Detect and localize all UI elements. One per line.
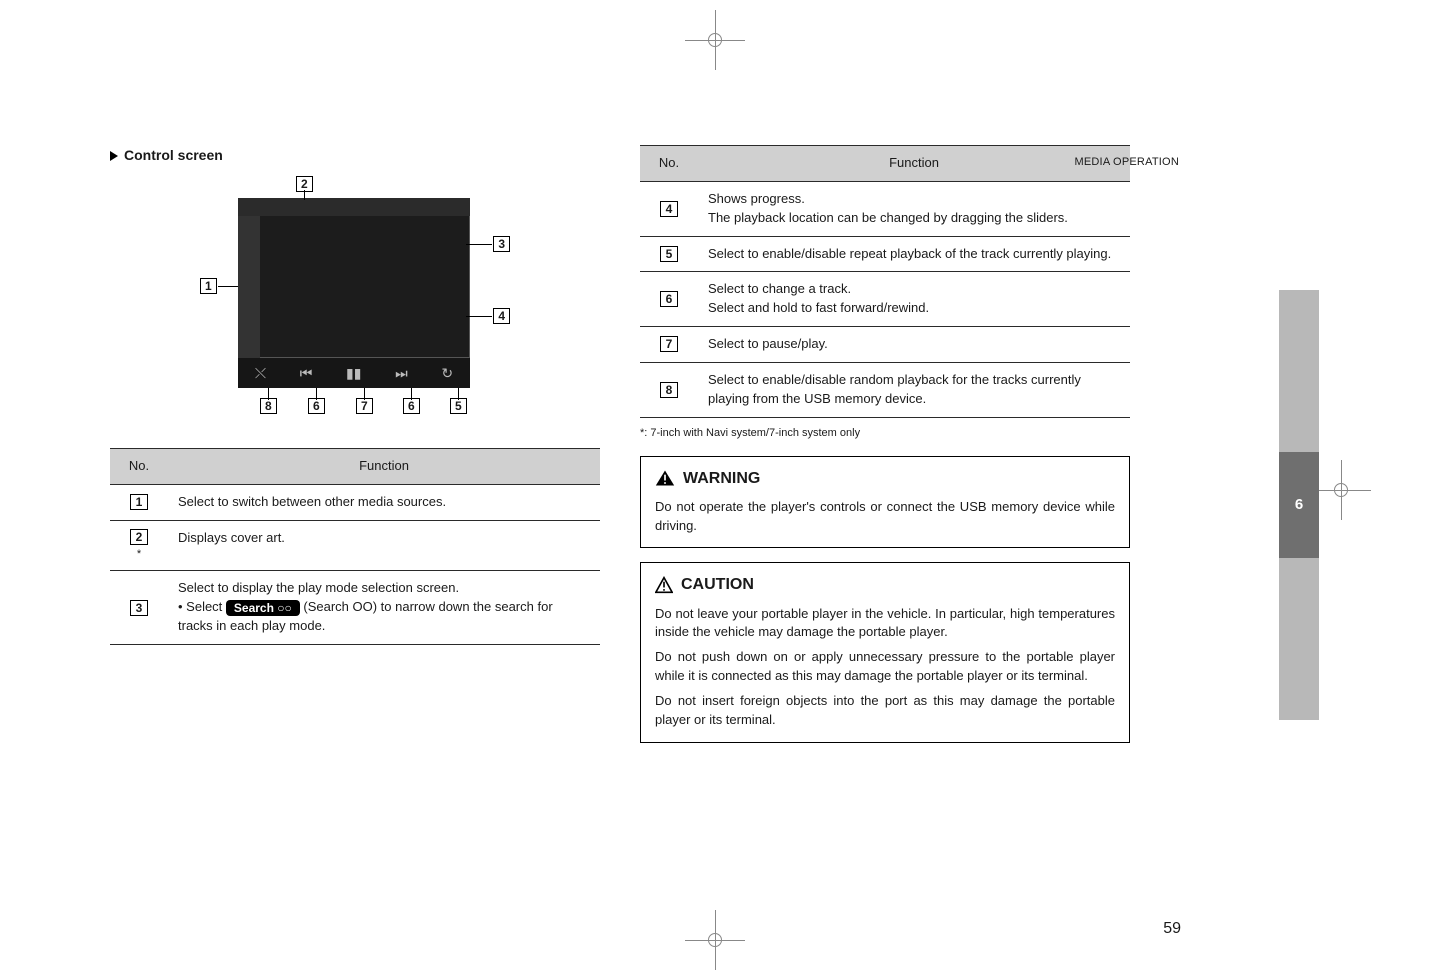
caution-icon [655,576,673,594]
row-text: Select to change a track. Select and hol… [698,272,1130,326]
row-num: 8 [660,382,679,398]
crop-mark-right [1311,460,1371,520]
row-star: * [137,547,141,563]
control-screenshot: ⤬⏮▮▮⏭↻ 1 2 3 4 5 6 6 7 8 [200,188,510,418]
running-head: MEDIA OPERATION [1074,155,1179,171]
table-row: 2 * Displays cover art. [110,521,600,572]
header-no: No. [640,146,698,181]
callout-6a: 6 [308,398,325,414]
warning-box: WARNING Do not operate the player's cont… [640,456,1130,549]
side-tab: 6 [1279,290,1319,720]
row-text-a: Select to display the play mode selectio… [178,580,459,595]
crop-mark-top [685,10,745,70]
table-header: No. Function [110,449,600,485]
warning-label: WARNING [683,467,760,490]
bullet-prefix: • Select [178,599,226,614]
page-number: 59 [1163,917,1181,940]
subsection-row: Control screen [110,145,600,166]
callout-4: 4 [493,308,510,324]
table-row: 5 Select to enable/disable repeat playbac… [640,237,1130,273]
row-text: Select to pause/play. [698,327,1130,362]
row-text: Select to switch between other media sou… [168,485,600,520]
table-row: 4 Shows progress. The playback location c… [640,182,1130,237]
right-column: No. Function 4 Shows progress. The playba… [640,145,1130,940]
caution-label: CAUTION [681,573,754,596]
callout-8: 8 [260,398,277,414]
search-pill: Search ○○ [226,600,300,616]
row-num: 4 [660,201,679,217]
crop-mark-bottom [685,910,745,970]
table-row: 1 Select to switch between other media s… [110,485,600,521]
section-title: Control screen [110,147,223,163]
caution-p1: Do not leave your portable player in the… [655,605,1115,643]
header-fn: Function [698,146,1130,181]
table-row: 3 Select to display the play mode select… [110,571,600,645]
caution-box: CAUTION Do not leave your portable playe… [640,562,1130,742]
footnote: *: 7-inch with Navi system/7-inch system… [640,426,1130,442]
warning-header: WARNING [655,467,1115,490]
row-text: Select to enable/disable random playback… [698,363,1130,417]
row-num: 1 [130,494,149,510]
row-num: 7 [660,336,679,352]
caution-p2: Do not push down on or apply unnecessary… [655,648,1115,686]
header-no: No. [110,449,168,484]
row-text: Select to display the play mode selectio… [168,571,600,644]
callout-6b: 6 [403,398,420,414]
row-text: Displays cover art. [168,521,600,571]
page-sheet: MEDIA OPERATION Control screen ⤬⏮▮▮⏭↻ 1 … [0,0,1429,980]
header-fn: Function [168,449,600,484]
callout-5: 5 [450,398,467,414]
table-header: No. Function [640,146,1130,182]
table-row: 7 Select to pause/play. [640,327,1130,363]
callout-3: 3 [493,236,510,252]
warning-body: Do not operate the player's controls or … [655,498,1115,536]
callout-7: 7 [356,398,373,414]
row-text: Select to enable/disable repeat playback… [698,237,1130,272]
side-tab-chapter: 6 [1279,452,1319,558]
row-num: 3 [130,600,149,616]
table-row: 8 Select to enable/disable random playbac… [640,363,1130,418]
callout-1: 1 [200,278,217,294]
row-num: 2 [130,529,149,545]
left-column: Control screen ⤬⏮▮▮⏭↻ 1 2 3 4 5 6 6 7 8 [110,145,600,940]
function-table-right: No. Function 4 Shows progress. The playba… [640,145,1130,418]
row-num: 5 [660,246,679,262]
function-table-left: No. Function 1 Select to switch between … [110,448,600,645]
caution-header: CAUTION [655,573,1115,596]
table-row: 6 Select to change a track. Select and ho… [640,272,1130,327]
row-num: 6 [660,291,679,307]
warning-icon [655,469,675,487]
caution-p3: Do not insert foreign objects into the p… [655,692,1115,730]
row-text: Shows progress. The playback location ca… [698,182,1130,236]
